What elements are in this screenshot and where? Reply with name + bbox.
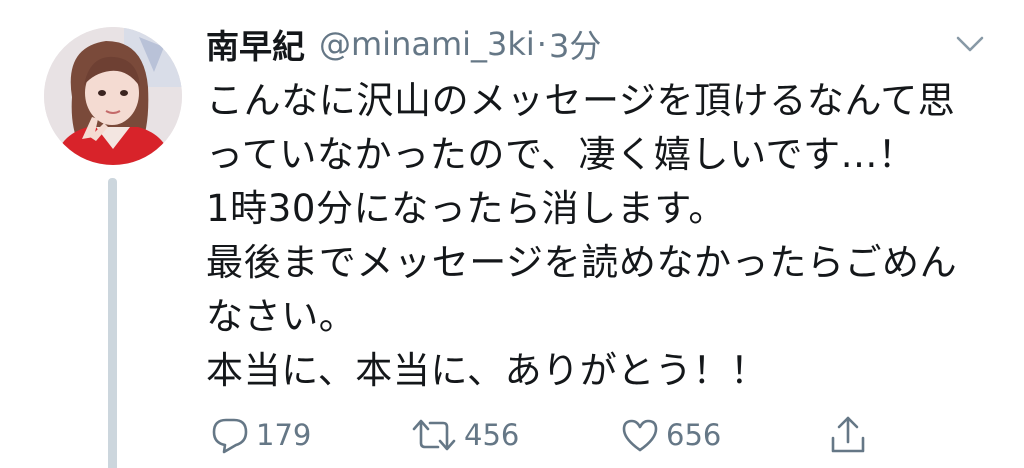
tweet-header: 南早紀 @minami_3ki · 3分: [206, 20, 601, 68]
reply-button[interactable]: 179: [210, 412, 311, 458]
avatar[interactable]: [44, 27, 182, 165]
tweet-text-line: なさい。: [206, 295, 357, 338]
share-button[interactable]: [828, 412, 868, 458]
tweet: 南早紀 @minami_3ki · 3分 こんなに沢山のメッセージを頂けるなんて…: [0, 0, 1024, 468]
tweet-text-line: っていなかったので、凄く嬉しいです...！: [206, 133, 916, 176]
like-button[interactable]: 656: [620, 412, 721, 458]
user-handle[interactable]: @minami_3ki: [319, 25, 535, 63]
tweet-text-line: 最後までメッセージを読めなかったらごめん: [206, 241, 958, 284]
tweet-text-line: 本当に、本当に、ありがとう！！: [206, 349, 768, 392]
tweet-text-line: こんなに沢山のメッセージを頂けるなんて思: [206, 79, 956, 122]
display-name[interactable]: 南早紀: [206, 20, 305, 68]
retweet-icon: [412, 419, 456, 451]
tweet-actions: 179 456 656: [206, 412, 906, 458]
share-icon: [831, 416, 865, 453]
heart-icon: [622, 419, 658, 452]
reply-count: 179: [256, 418, 312, 452]
avatar-photo: [44, 27, 182, 165]
retweet-count: 456: [464, 418, 520, 452]
thread-line: [108, 178, 117, 468]
tweet-text-line: 1時30分になったら消します。: [206, 187, 726, 230]
timestamp[interactable]: 3分: [549, 21, 601, 67]
chevron-down-icon[interactable]: [955, 34, 985, 54]
separator-dot: ·: [536, 25, 547, 63]
reply-icon: [212, 418, 248, 454]
retweet-button[interactable]: 456: [410, 412, 519, 458]
tweet-text: こんなに沢山のメッセージを頂けるなんて思 っていなかったので、凄く嬉しいです..…: [206, 74, 996, 398]
like-count: 656: [666, 418, 722, 452]
